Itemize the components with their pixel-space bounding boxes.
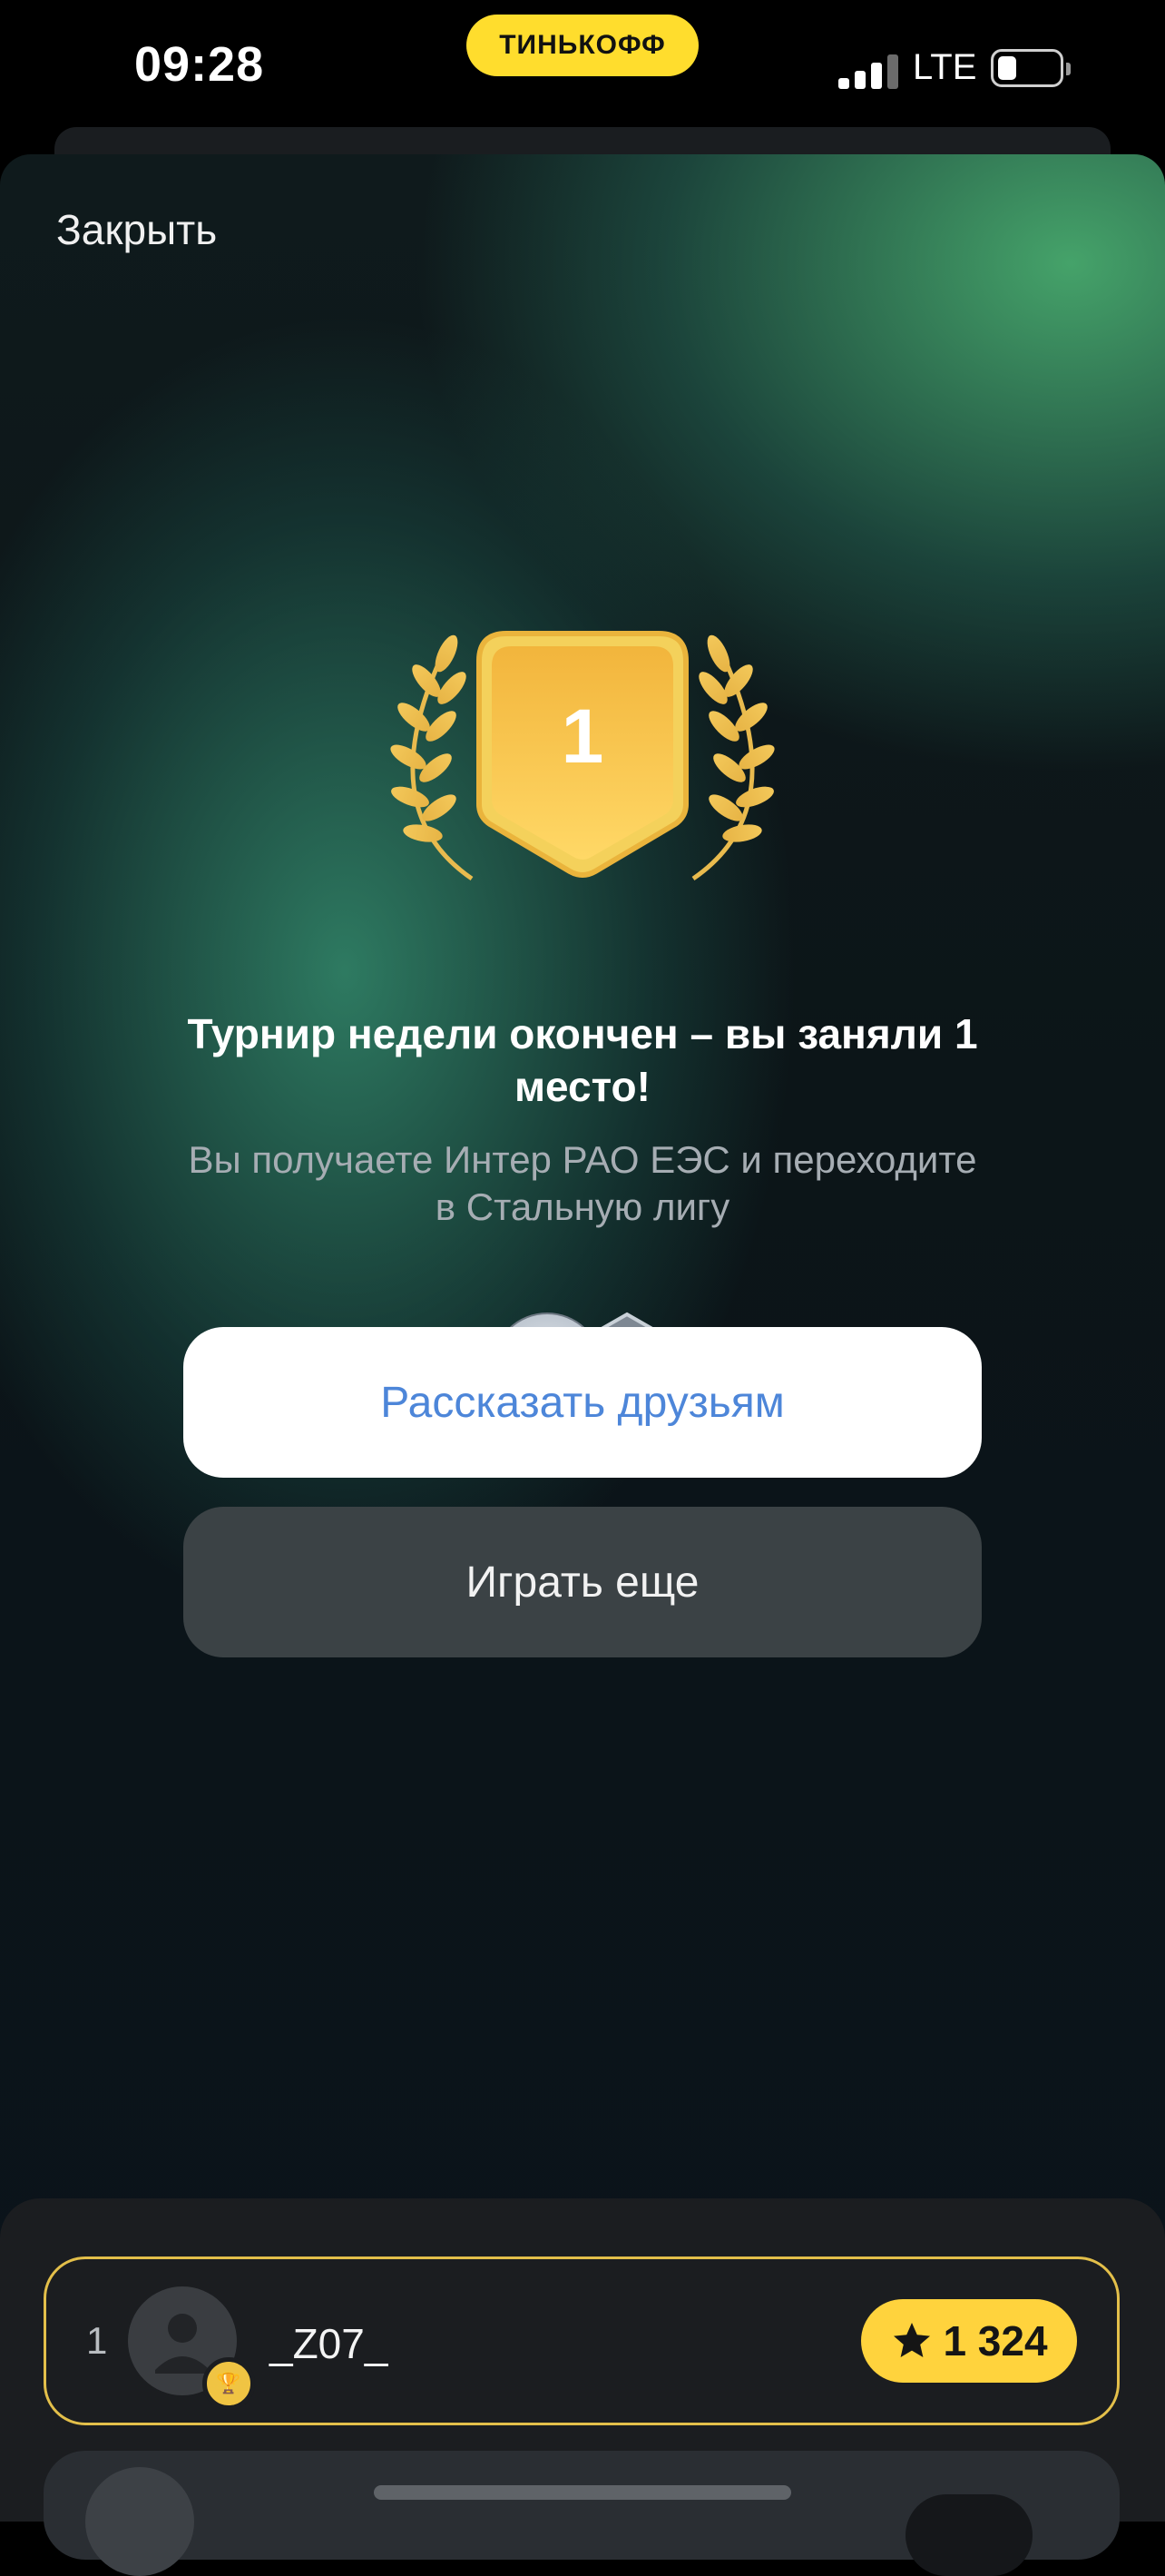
row-rank: 1 xyxy=(86,2319,108,2362)
score-badge xyxy=(906,2494,1033,2576)
score-value: 1 324 xyxy=(943,2317,1048,2365)
network-label: LTE xyxy=(913,47,977,87)
close-button[interactable]: Закрыть xyxy=(56,205,217,254)
battery-icon xyxy=(991,49,1071,87)
tournament-result-modal: Закрыть 1 Турнир недели окончен – вы зан… xyxy=(0,154,1165,2522)
score-badge: 1 324 xyxy=(861,2299,1077,2383)
place-number: 1 xyxy=(562,693,604,779)
left-laurel-icon xyxy=(390,634,474,881)
result-title: Турнир недели окончен – вы заняли 1 мест… xyxy=(187,1010,978,1110)
avatar xyxy=(85,2467,194,2576)
leaderboard-panel: 1 🏆 _Z07_ 1 324 xyxy=(0,2198,1165,2576)
first-place-award-icon: 1 xyxy=(390,631,775,881)
brand-pill: ТИНЬКОФФ xyxy=(466,15,699,76)
signal-icon xyxy=(838,54,902,89)
trophy-icon: 🏆 xyxy=(202,2357,255,2410)
avatar: 🏆 xyxy=(128,2286,255,2410)
player-name: _Z07_ xyxy=(269,2320,388,2367)
status-time: 09:28 xyxy=(134,37,265,92)
result-subtitle: Вы получаете Интер РАО ЕЭС и переходите … xyxy=(188,1138,977,1228)
leaderboard-row[interactable]: 1 🏆 _Z07_ 1 324 xyxy=(44,2256,1120,2425)
star-icon xyxy=(894,2323,931,2357)
status-bar: 09:28 ТИНЬКОФФ LTE xyxy=(0,0,1165,136)
play-again-button[interactable]: Играть еще xyxy=(183,1507,982,1657)
share-with-friends-button[interactable]: Рассказать друзьям xyxy=(183,1327,982,1478)
right-laurel-icon xyxy=(691,634,775,881)
home-indicator xyxy=(374,2485,791,2500)
